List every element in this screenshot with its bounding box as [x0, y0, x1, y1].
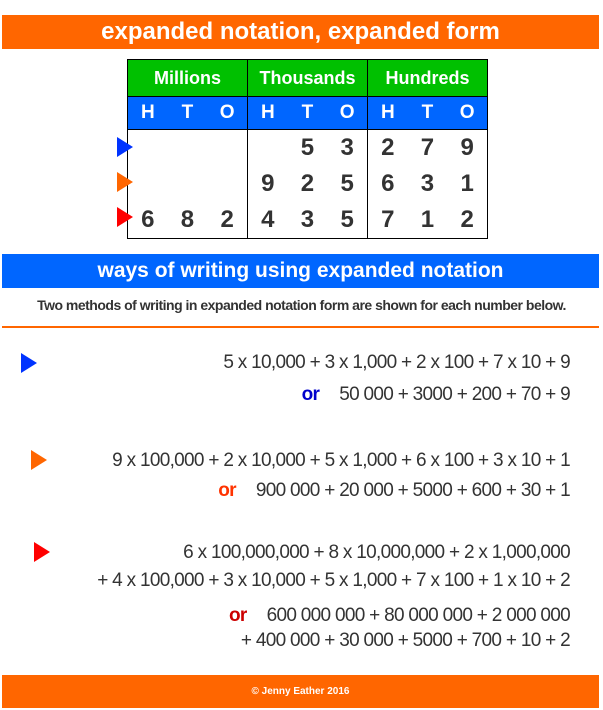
example-3-method-1-line-1: 6 x 100,000,000 + 8 x 10,000,000 + 2 x 1… [183, 542, 571, 563]
place-label: H [367, 96, 408, 130]
digit-cell [168, 130, 208, 167]
example-3-method-2-line-2: + 400 000 + 30 000 + 5000 + 700 + 10 + 2 [240, 630, 571, 651]
digit-cell: 7 [420, 134, 435, 161]
digit-cell: 1 [407, 202, 448, 239]
table-row: 9 2 5 6 3 1 [126, 166, 489, 202]
example-1-method-2-text: 50 000 + 3000 + 200 + 70 + 9 [339, 384, 570, 405]
digit-cell: 2 [207, 202, 249, 239]
group-header-row: Millions Thousands Hundreds [127, 59, 488, 97]
example-marker-red-arrow-icon [34, 542, 50, 562]
digit-cell: 3 [420, 170, 435, 197]
digit-cell [207, 166, 249, 202]
place-label: O [207, 96, 249, 130]
digit-cell: 5 [327, 166, 369, 202]
digit-cell: 3 [287, 202, 328, 239]
digit-cell: 5 [327, 202, 369, 239]
group-header-hundreds: Hundreds [367, 59, 488, 97]
example-marker-orange-arrow-icon [31, 450, 47, 470]
section-title: ways of writing using expanded notation [2, 254, 599, 288]
digit-cell: 2 [447, 202, 489, 239]
digit-cell: 4 [247, 202, 288, 239]
example-3-method-2-text: 600 000 000 + 80 000 000 + 2 000 000 [266, 605, 571, 626]
page-title: expanded notation, expanded form [2, 15, 599, 49]
digit-cell: 8 [167, 202, 208, 239]
group-header-millions: Millions [127, 59, 248, 97]
row-marker-red-arrow-icon [117, 207, 133, 227]
digit-cell [248, 130, 288, 167]
digit-cell: 3 [327, 129, 369, 166]
place-label-row: H T O H T O H T O [126, 96, 489, 130]
group-header-thousands: Thousands [247, 59, 368, 97]
digit-cell: 6 [381, 170, 395, 197]
example-2-method-2: or 900 000 + 20 000 + 5000 + 600 + 30 + 1 [218, 480, 570, 502]
digit-cell [207, 129, 249, 166]
example-1-method-1: 5 x 10,000 + 3 x 1,000 + 2 x 100 + 7 x 1… [223, 352, 570, 373]
place-label: T [167, 96, 208, 130]
example-marker-blue-arrow-icon [21, 353, 37, 373]
digit-cell: 6 [126, 202, 168, 239]
or-label: or [301, 384, 320, 405]
copyright-footer: © Jenny Eather 2016 [2, 675, 599, 708]
example-2-method-1: 9 x 100,000 + 2 x 10,000 + 5 x 1,000 + 6… [112, 450, 571, 471]
place-label: H [247, 96, 288, 130]
place-value-table: Millions Thousands Hundreds H T O H T O … [126, 59, 489, 239]
example-2-method-2-text: 900 000 + 20 000 + 5000 + 600 + 30 + 1 [255, 480, 571, 501]
digit-cell: 9 [447, 129, 489, 166]
example-1-method-2: or 50 000 + 3000 + 200 + 70 + 9 [301, 384, 571, 406]
row-marker-blue-arrow-icon [117, 137, 133, 157]
or-label: or [218, 480, 236, 501]
digit-cell: 5 [300, 134, 315, 161]
place-label: O [447, 96, 489, 130]
digit-cell: 7 [367, 202, 408, 239]
place-label: O [327, 96, 369, 130]
table-row: 5 3 2 7 9 [126, 129, 489, 167]
place-label: T [287, 96, 328, 130]
or-label: or [229, 605, 247, 626]
digit-cell: 1 [447, 166, 489, 202]
example-3-method-1-line-2: + 4 x 100,000 + 3 x 10,000 + 5 x 1,000 +… [97, 570, 571, 591]
digit-cell: 9 [261, 170, 275, 197]
digit-cell [126, 129, 168, 166]
place-label: H [126, 96, 168, 130]
place-label: T [407, 96, 448, 130]
table-row: 6 8 2 4 3 5 7 1 2 [126, 202, 489, 239]
digit-cell [168, 166, 208, 202]
row-marker-orange-arrow-icon [117, 172, 133, 192]
digit-cell: 2 [381, 134, 395, 161]
digit-cell [126, 166, 168, 202]
section-subtitle: Two methods of writing in expanded notat… [37, 297, 566, 313]
digit-cell: 2 [300, 170, 315, 197]
divider [2, 326, 599, 328]
example-3-method-2-line-1: or 600 000 000 + 80 000 000 + 2 000 000 [229, 605, 571, 627]
